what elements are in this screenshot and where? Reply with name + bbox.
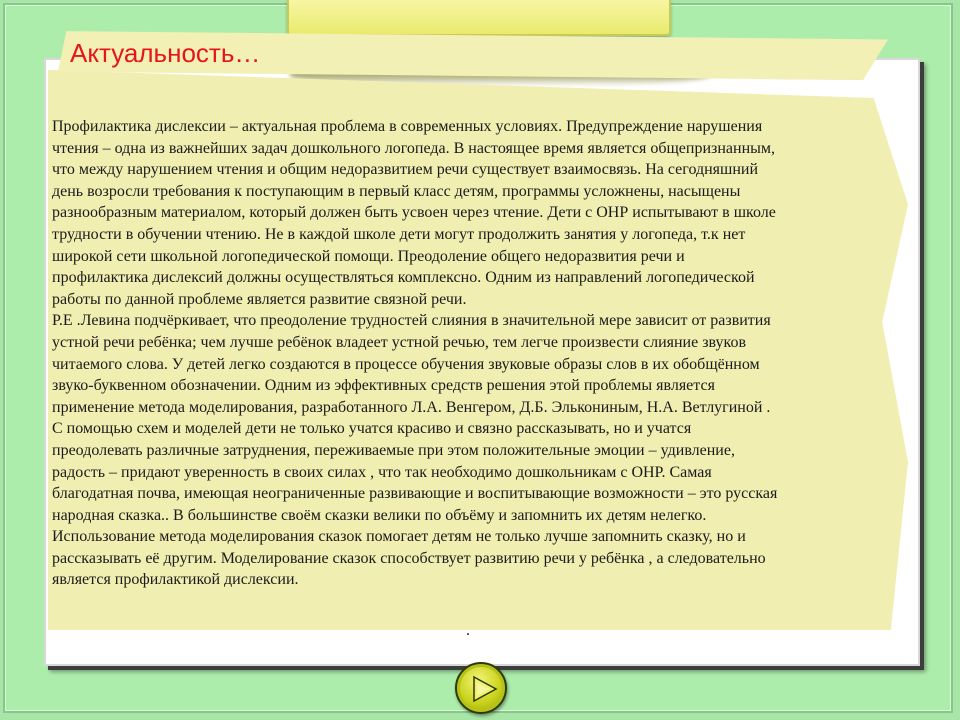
slide-body: Профилактика дислексии – актуальная проб… [52, 116, 908, 591]
slide-canvas: Актуальность… Профилактика дислексии – а… [0, 0, 960, 720]
trailing-mark: . [466, 622, 470, 639]
play-triangle-icon [473, 675, 498, 703]
next-slide-button[interactable] [455, 662, 507, 714]
body-paragraph-1: Профилактика дислексии – актуальная проб… [52, 118, 776, 308]
slide-title: Актуальность… [70, 38, 261, 68]
body-paragraph-2: Р.Е .Левина подчёркивает, что преодолени… [52, 312, 778, 589]
top-tab [287, 0, 671, 36]
